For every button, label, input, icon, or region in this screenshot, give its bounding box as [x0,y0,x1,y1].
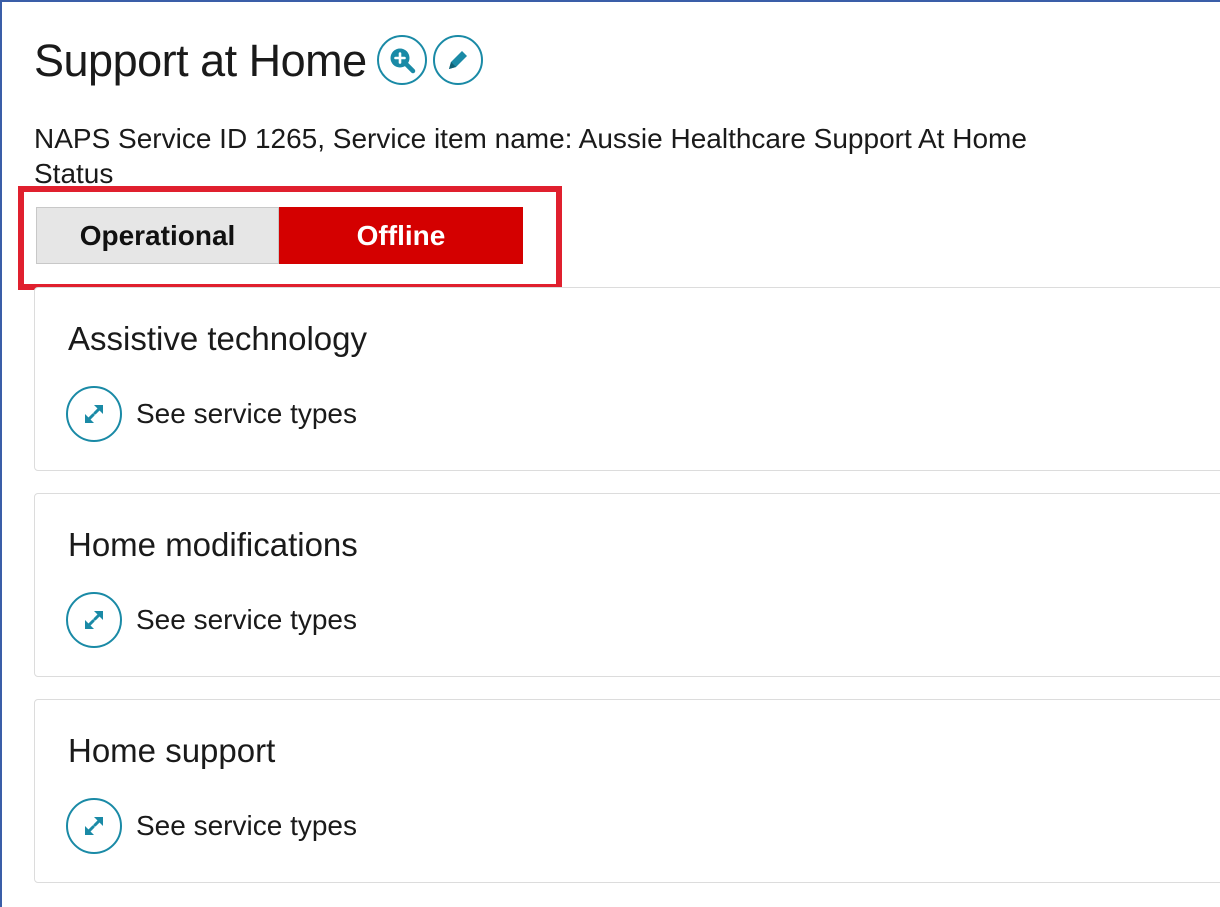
see-service-types-label: See service types [136,398,357,429]
category-title: Home support [68,732,276,769]
zoom-button[interactable] [376,35,427,85]
service-info: NAPS Service ID 1265, Service item name:… [34,123,1027,154]
page-header: Support at Home [34,28,483,92]
see-service-types-label: See service types [136,604,357,635]
pencil-icon [448,51,467,69]
expand-icon [66,798,122,854]
status-option-offline[interactable]: Offline [279,207,523,264]
category-card-assistive-technology: Assistive technology See service types [34,287,1220,471]
category-card-home-modifications: Home modifications See service types [34,493,1220,677]
edit-button[interactable] [432,35,483,85]
see-service-types-label: See service types [136,810,357,841]
status-option-operational[interactable]: Operational [36,207,279,264]
see-service-types-link[interactable]: See service types [66,592,357,648]
expand-icon [66,386,122,442]
category-title: Home modifications [68,526,358,563]
see-service-types-link[interactable]: See service types [66,798,357,854]
expand-icon [66,592,122,648]
see-service-types-link[interactable]: See service types [66,386,357,442]
status-toggle: Operational Offline [36,207,523,264]
page-title: Support at Home [34,34,367,86]
category-title: Assistive technology [68,320,367,357]
zoom-in-icon [390,48,415,74]
category-card-home-support: Home support See service types [34,699,1220,883]
status-label: Status [34,158,114,185]
